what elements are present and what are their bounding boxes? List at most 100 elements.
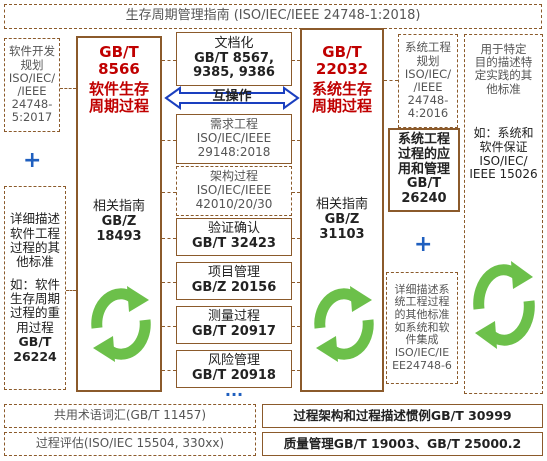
cycle-arrows-icon (91, 286, 151, 362)
measurement-process-box: 测量过程 GB/T 20917 (176, 306, 292, 344)
text-line: 他标准 (16, 254, 54, 270)
connector-dash (162, 326, 176, 327)
top-title: 生存周期管理指南 (ISO/IEC/IEEE 24748-1:2018) (125, 8, 421, 24)
connector-dash (292, 326, 300, 327)
text-line: ISO/IEC/IE (394, 345, 450, 359)
more-items-ellipsis: ... (224, 381, 244, 400)
box-label: 过程架构和过程描述惯例GB/T 30999 (293, 407, 512, 423)
specific-purpose-standards-box: 用于特定 目的描述特 定实践的其 他标准 如：系统和 软件保证 ISO/IEC/… (464, 34, 543, 394)
connector-dash (292, 60, 300, 61)
process-assessment-box: 过程评估(ISO/IEC 15504, 330xx) (4, 432, 256, 456)
verification-validation-box: 验证确认 GB/T 32423 (176, 218, 292, 256)
guide-code: GB/Z (324, 211, 360, 227)
text-line: 如：软件 (9, 276, 60, 292)
box-label: 测量过程 (207, 309, 260, 325)
text-line: 规划 (20, 57, 44, 72)
plus-icon: + (414, 232, 433, 257)
guide-label: 相关指南 (92, 199, 145, 214)
standard-code: GB/T 8567, (194, 50, 274, 66)
text-line: 4:2016 (407, 106, 449, 121)
cycle-arrows-icon (314, 286, 374, 362)
connector-dash (60, 88, 76, 89)
standard-code: GB/T (99, 43, 139, 61)
quality-management-box: 质量管理GB/T 19003、GB/T 25000.2 (262, 432, 543, 456)
text-line: 系统工程 (405, 40, 451, 55)
standard-code: 29148:2018 (197, 144, 271, 159)
text-line: 5:2017 (11, 110, 53, 125)
text-line: EE24748-6 (392, 358, 452, 372)
column-title: 周期过程 (311, 96, 372, 115)
software-lifecycle-column: GB/T 8566 软件生存 周期过程 相关指南 GB/Z 18493 (76, 36, 162, 392)
text-line: 他标准 (486, 81, 521, 96)
box-label: 验证确认 (207, 221, 260, 237)
box-label: 质量管理GB/T 19003、GB/T 25000.2 (283, 435, 522, 451)
plus-icon: + (23, 148, 42, 173)
guide-label: 相关指南 (315, 197, 368, 212)
text-line: 的其他标准 (394, 308, 450, 322)
connector-dash (292, 192, 300, 193)
box-label: 过程评估(ISO/IEC 15504, 330xx) (35, 436, 225, 451)
text-line: 过程的应 (397, 146, 450, 162)
text-line: IEEE 15026 (469, 167, 538, 182)
text-line: 过程的其 (9, 239, 60, 255)
text-line: 如：系统和 (473, 126, 534, 140)
box-label: 风险管理 (207, 353, 260, 369)
box-label: 项目管理 (207, 265, 260, 281)
standard-code: 26224 (13, 348, 57, 364)
text-line: 规划 (416, 53, 440, 68)
standard-code: ISO/IEC/IEEE (196, 183, 272, 198)
connector-dash (292, 140, 300, 141)
standard-code: GB/Z 20156 (191, 280, 277, 295)
connector-dash (292, 282, 300, 283)
connector-dash (384, 80, 398, 81)
column-title: 软件生存 (88, 79, 149, 98)
standard-code: GB/T (18, 334, 52, 350)
system-engineering-planning-box: 系统工程 规划 ISO/IEC/ /IEEE 24748- 4:2016 (398, 34, 458, 128)
standard-code: 8566 (98, 60, 140, 79)
text-line: ISO/IEC/ (479, 153, 528, 168)
text-line: 软件工程 (9, 225, 60, 241)
text-line: 定实践的其 (474, 68, 533, 83)
connector-dash (162, 238, 176, 239)
connector-dash (162, 192, 176, 193)
top-title-bar: 生存周期管理指南 (ISO/IEC/IEEE 24748-1:2018) (4, 4, 542, 29)
connector-dash (292, 238, 300, 239)
connector-dash (66, 290, 76, 291)
connector-dash (162, 282, 176, 283)
standard-code: 9385, 9386 (193, 65, 275, 81)
common-vocabulary-box: 共用术语词汇(GB/T 11457) (4, 404, 256, 428)
box-label: 架构过程 (209, 169, 258, 184)
connector-dash (162, 60, 176, 61)
process-architecture-box: 过程架构和过程描述惯例GB/T 30999 (262, 404, 543, 428)
project-management-box: 项目管理 GB/Z 20156 (176, 262, 292, 300)
guide-code: 31103 (319, 226, 365, 242)
box-label: 共用术语词汇(GB/T 11457) (53, 408, 207, 423)
text-line: 过程的重 (9, 305, 60, 321)
interoperability-label: 互操作 (212, 89, 252, 104)
system-detail-standards-box: 详细描述系 统工程过程 的其他标准 如系统和软 件集成 ISO/IEC/IE E… (386, 272, 458, 384)
text-line: 软件保证 (479, 139, 528, 154)
software-detail-standards-box: 详细描述 软件工程 过程的其 他标准 如：软件 生存周期 过程的重 用过程 GB… (4, 186, 66, 390)
connector-dash (162, 140, 176, 141)
column-title: 周期过程 (88, 96, 149, 115)
standard-code: GB/T 32423 (192, 236, 276, 251)
documentation-box: 文档化 GB/T 8567, 9385, 9386 (176, 32, 292, 86)
software-dev-planning-box: 软件开发 规划 ISO/IEC/ /IEEE 24748- 5:2017 (4, 38, 60, 132)
guide-code: 18493 (96, 228, 142, 244)
text-line: 详细描述 (9, 211, 60, 227)
architecture-process-box: 架构过程 ISO/IEC/IEEE 42010/20/30 (176, 166, 292, 216)
standard-code: GB/T (406, 176, 442, 192)
text-line: 生存周期 (9, 291, 60, 306)
box-label: 文档化 (214, 35, 254, 51)
text-line: 系统工程 (397, 131, 450, 147)
text-line: 用和管理 (397, 161, 450, 177)
standard-code: ISO/IEC/IEEE (196, 131, 272, 146)
guide-code: GB/Z (101, 213, 137, 229)
system-engineering-application-box: 系统工程 过程的应 用和管理 GB/T 26240 (388, 128, 460, 212)
connector-dash (162, 370, 176, 371)
box-label: 需求工程 (209, 117, 258, 132)
standard-code: 26240 (401, 191, 447, 207)
system-lifecycle-column: GB/T 22032 系统生存 周期过程 相关指南 GB/Z 31103 (300, 28, 384, 392)
connector-dash (292, 370, 300, 371)
standard-code: 22032 (315, 60, 369, 79)
